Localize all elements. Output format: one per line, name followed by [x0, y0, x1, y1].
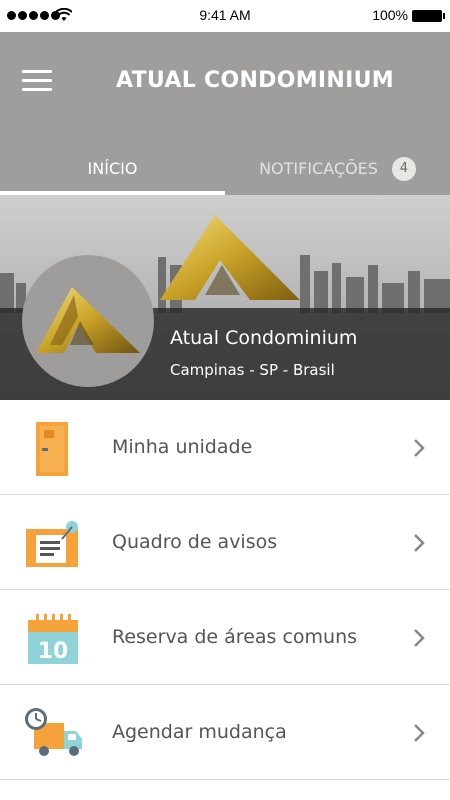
condominium-location: Campinas - SP - Brasil: [170, 361, 335, 379]
tab-notificacoes-label: NOTIFICAÇÕES: [259, 159, 378, 178]
condominium-name: Atual Condominium: [170, 327, 358, 349]
chevron-right-icon: [414, 724, 425, 742]
condominium-logo-avatar: [22, 255, 154, 387]
notification-count-badge: 4: [391, 156, 416, 181]
chevron-right-icon: [414, 439, 425, 457]
condominium-banner: Atual Condominium Campinas - SP - Brasil: [0, 195, 450, 400]
menu-item-label: Minha unidade: [112, 436, 253, 458]
battery-icon: [412, 10, 445, 22]
status-bar: 9:41 AM 100%: [0, 0, 450, 32]
menu-item-minha-unidade[interactable]: Minha unidade: [0, 400, 450, 495]
menu-item-label: Reserva de áreas comuns: [112, 626, 358, 648]
moving-truck-clock-icon: [25, 708, 82, 756]
app-header: ATUAL CONDOMINIUM INÍCIO NOTIFICAÇÕES 4: [0, 32, 450, 195]
hamburger-menu-icon[interactable]: [22, 70, 52, 92]
app-title: ATUAL CONDOMINIUM: [116, 68, 394, 93]
menu-item-agendar-mudanca[interactable]: Agendar mudança: [0, 685, 450, 780]
chevron-right-icon: [414, 534, 425, 552]
main-menu-list: Minha unidade Quadro de avisos 10 Reserv…: [0, 400, 450, 780]
door-icon: [36, 422, 68, 476]
menu-item-label: Agendar mudança: [112, 721, 287, 743]
chevron-right-icon: [414, 629, 425, 647]
menu-item-reserva-areas-comuns[interactable]: 10 Reserva de áreas comuns: [0, 590, 450, 685]
notice-board-icon: [26, 521, 78, 567]
menu-item-quadro-de-avisos[interactable]: Quadro de avisos: [0, 495, 450, 590]
menu-item-label: Quadro de avisos: [112, 531, 278, 553]
calendar-day-number: 10: [38, 639, 69, 664]
tab-bar: INÍCIO NOTIFICAÇÕES 4: [0, 142, 450, 195]
battery-percentage: 100%: [372, 7, 408, 23]
calendar-icon: 10: [28, 614, 78, 664]
tab-inicio-label: INÍCIO: [87, 159, 138, 178]
tab-notificacoes[interactable]: NOTIFICAÇÕES 4: [225, 142, 450, 195]
gold-triangle-logo-icon: [36, 287, 140, 353]
tab-inicio[interactable]: INÍCIO: [0, 142, 225, 195]
